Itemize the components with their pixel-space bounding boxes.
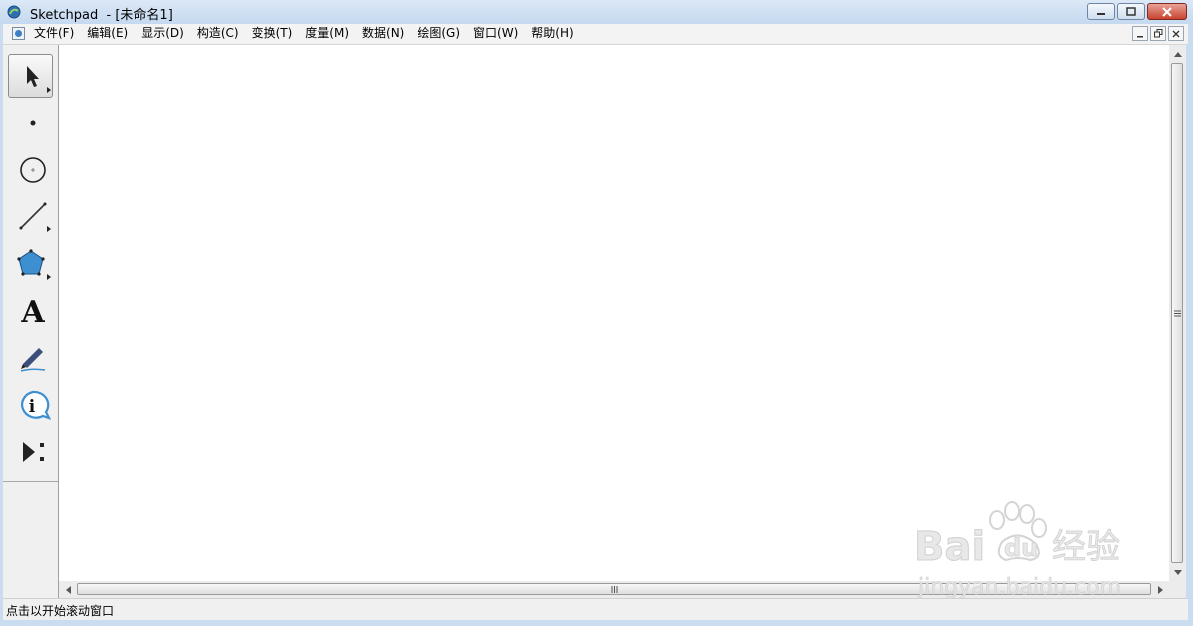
vertical-scroll-thumb[interactable] — [1171, 63, 1183, 563]
menu-transform[interactable]: 变换(T) — [252, 26, 293, 41]
maximize-button[interactable] — [1117, 3, 1145, 20]
menu-help[interactable]: 帮助(H) — [531, 26, 573, 41]
title-bar[interactable]: Sketchpad - [未命名1] — [0, 0, 1193, 25]
menu-data[interactable]: 数据(N) — [362, 26, 404, 41]
close-icon — [1162, 6, 1172, 17]
minimize-icon — [1137, 35, 1143, 37]
letter-a-icon: A — [20, 295, 45, 330]
doc-close-button[interactable] — [1168, 26, 1184, 41]
watermark-url: jingyan.baidu.com — [917, 575, 1121, 598]
circle-icon — [19, 157, 46, 183]
point-tool[interactable] — [8, 99, 53, 143]
restore-icon — [1153, 29, 1162, 38]
svg-text:i: i — [28, 397, 35, 417]
segment-icon — [19, 202, 51, 232]
arrow-icon — [26, 66, 51, 93]
scroll-left-button[interactable] — [59, 581, 76, 598]
point-icon — [30, 120, 35, 126]
window-controls — [1085, 3, 1187, 20]
watermark-du: du — [1004, 534, 1038, 562]
status-text: 点击以开始滚动窗口 — [6, 604, 115, 618]
sketchpad-app-icon[interactable] — [7, 5, 21, 19]
play-menu-icon — [22, 442, 44, 462]
info-icon: i — [20, 390, 51, 420]
toolbox: A i — [3, 45, 59, 598]
menu-edit[interactable]: 编辑(E) — [87, 26, 128, 41]
watermark-bai: Bai — [914, 524, 985, 570]
menu-bar: 文件(F) 编辑(E) 显示(D) 构造(C) 变换(T) 度量(M) 数据(N… — [3, 24, 1188, 45]
menu-graph[interactable]: 绘图(G) — [417, 26, 460, 41]
baidu-jingyan-watermark: Bai du 经验 jingyan.baidu.com — [914, 501, 1121, 598]
scrollbar-corner — [1169, 581, 1186, 598]
menu-display[interactable]: 显示(D) — [141, 26, 184, 41]
menu-window[interactable]: 窗口(W) — [473, 26, 518, 41]
grip-icon — [611, 585, 617, 593]
menu-measure[interactable]: 度量(M) — [305, 26, 349, 41]
custom-tool[interactable] — [8, 429, 53, 473]
menu-list: 文件(F) 编辑(E) 显示(D) 构造(C) 变换(T) 度量(M) 数据(N… — [34, 26, 587, 41]
chevron-left-icon — [65, 585, 71, 594]
information-tool[interactable]: i — [8, 382, 53, 426]
maximize-icon — [1126, 7, 1136, 16]
grip-icon — [1173, 310, 1181, 316]
doc-minimize-button[interactable] — [1132, 26, 1148, 41]
polygon-tool[interactable] — [8, 241, 53, 285]
close-button[interactable] — [1147, 3, 1187, 20]
scroll-right-button[interactable] — [1152, 581, 1169, 598]
close-icon — [1172, 30, 1180, 37]
chevron-down-icon — [1173, 569, 1182, 575]
scroll-down-button[interactable] — [1169, 564, 1186, 581]
window-title: Sketchpad - [未命名1] — [30, 8, 173, 23]
scroll-up-button[interactable] — [1169, 45, 1186, 62]
pentagon-icon — [16, 249, 51, 280]
minimize-icon — [1097, 12, 1105, 15]
watermark-jingyan-cn: 经验 — [1052, 527, 1120, 567]
toolbox-separator — [3, 481, 58, 482]
document-icon[interactable] — [12, 27, 25, 40]
menu-file[interactable]: 文件(F) — [34, 26, 74, 41]
text-tool[interactable]: A — [8, 288, 53, 332]
marker-pen-icon — [20, 348, 45, 372]
vertical-scrollbar[interactable] — [1169, 45, 1186, 581]
doc-restore-button[interactable] — [1150, 26, 1166, 41]
marker-tool[interactable] — [8, 335, 53, 379]
chevron-up-icon — [1173, 51, 1182, 57]
straightedge-tool[interactable] — [8, 193, 53, 237]
compass-tool[interactable] — [8, 146, 53, 190]
svg-text:A: A — [20, 295, 45, 330]
minimize-button[interactable] — [1087, 3, 1115, 20]
menu-construct[interactable]: 构造(C) — [197, 26, 239, 41]
selection-arrow-tool[interactable] — [8, 54, 53, 98]
status-bar: 点击以开始滚动窗口 — [3, 598, 1188, 620]
document-window-controls — [1130, 26, 1184, 41]
chevron-right-icon — [1157, 585, 1163, 594]
